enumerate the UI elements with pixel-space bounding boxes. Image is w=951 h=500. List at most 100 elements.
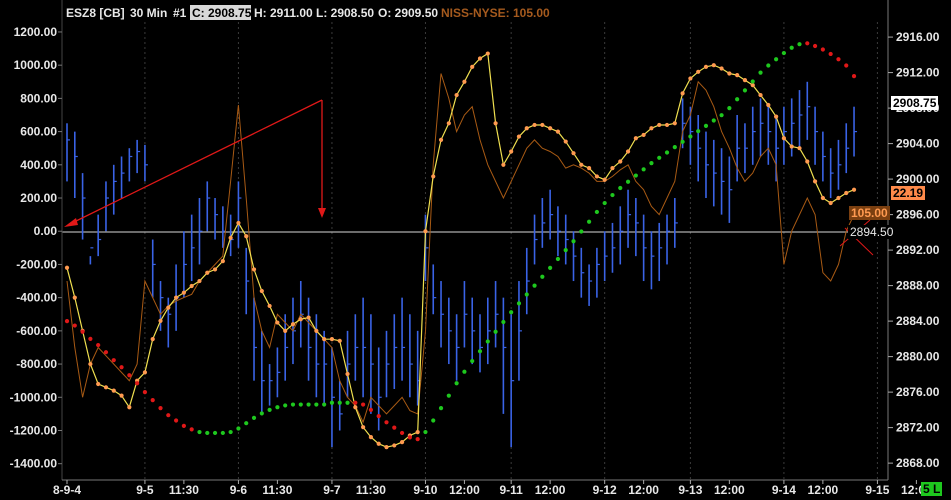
psar-dot [742,88,748,93]
psar-dot [688,134,693,139]
left-axis-tick-label: 600.00 [20,125,57,139]
psar-dot [735,97,740,102]
orange-dot [501,162,506,167]
psar-dot [166,413,171,418]
orange-dot [150,337,155,342]
orange-dot [688,76,693,81]
orange-dot [244,234,249,239]
orange-dot [181,290,186,295]
psar-dot [142,390,148,395]
psar-dot [150,398,155,403]
zero-price-label: 2894.50 [848,225,896,239]
x-axis-tick-label: 11:30 [262,483,292,497]
x-axis-tick-label: 9-11 [499,483,523,497]
orange-dot [758,92,763,98]
x-axis-tick-label: 12:00 [628,483,659,497]
psar-dot [774,57,779,62]
psar-dot [805,41,810,46]
psar-dot [127,373,132,378]
psar-dot [80,329,85,334]
left-axis-tick-label: 800.00 [20,91,57,105]
orange-dot [524,126,529,131]
orange-dot [548,126,553,131]
corner-indicator[interactable]: 5 L [921,482,943,496]
orange-dot [532,122,537,128]
left-axis-tick-label: 1000.00 [14,58,58,72]
orange-dot [353,405,358,410]
orange-dot [664,122,670,128]
psar-dot [618,185,623,191]
header-chart-number: #1 [173,6,187,20]
x-axis-tick-label: 12:00 [808,483,839,497]
orange-dot [119,393,124,398]
psar-dot [680,139,685,144]
orange-dot [314,328,319,333]
x-axis-tick-label: 12:00 [535,483,566,497]
orange-dot [64,265,70,270]
right-axis-tick-label: 2880.00 [896,350,940,364]
orange-dot [657,122,662,128]
left-axis-tick-label: 0.00 [34,224,58,238]
x-axis-tick-label: 9-7 [323,483,341,497]
x-axis-tick-label: 12:00 [714,483,745,497]
psar-dot [641,167,646,172]
orange-dot [298,317,303,322]
header-high: H: 2911.00 [254,6,313,20]
orange-dot [337,338,342,343]
psar-dot [345,400,350,405]
right-axis-tick-label: 2872.00 [896,421,940,435]
left-axis-tick-label: 400.00 [20,158,57,172]
psar-dot [750,79,755,84]
orange-dot [703,64,709,69]
psar-dot [446,393,451,398]
orange-dot [142,370,148,375]
psar-dot [353,400,358,405]
right-axis-tick-label: 2868.00 [896,456,940,470]
orange-dot [812,179,818,184]
orange-dot [470,64,475,69]
right-axis-tick-label: 2912.00 [896,66,940,80]
psar-dot [119,365,124,370]
left-axis-tick-label: -800.00 [16,357,57,371]
psar-dot [306,402,311,407]
orange-dot [415,430,420,435]
psar-dot [244,421,249,426]
left-axis-tick-label: -1200.00 [10,423,58,437]
psar-dot [290,402,296,407]
orange-dot [563,139,568,144]
psar-dot [789,45,794,50]
orange-dot [329,337,335,342]
psar-dot [524,292,529,297]
orange-dot [454,92,459,98]
psar-dot [399,430,405,436]
psar-dot [696,129,701,134]
header-symbol: ESZ8 [CB] [66,6,125,20]
orange-dot [610,166,615,171]
right-axis-tick-label: 2896.00 [896,208,940,222]
psar-dot [197,429,202,435]
orange-dot [220,259,225,264]
psar-dot [322,402,327,407]
orange-dot [259,288,264,294]
psar-dot [594,209,599,215]
psar-dot [267,407,272,412]
psar-dot [220,430,225,436]
psar-dot [470,358,475,364]
psar-dot [485,339,490,344]
orange-dot [166,305,171,310]
orange-dot [789,144,794,149]
orange-dot [493,121,498,126]
psar-dot [251,415,257,420]
orange-dot [750,82,755,88]
orange-dot [173,295,179,300]
header-indicator: NISS-NYSE: 105.00 [441,6,550,20]
psar-dot [135,381,140,386]
psar-dot [189,427,194,432]
orange-dot [625,149,631,154]
psar-dot [283,403,288,408]
left-axis-tick-label: 200.00 [20,191,57,205]
psar-dot [563,248,568,253]
psar-dot [96,342,101,348]
price-chart[interactable]: 1200.00 1000.00 800.00 600.00 400.00 200.00 0.… [0,0,951,500]
orange-dot [633,136,638,141]
